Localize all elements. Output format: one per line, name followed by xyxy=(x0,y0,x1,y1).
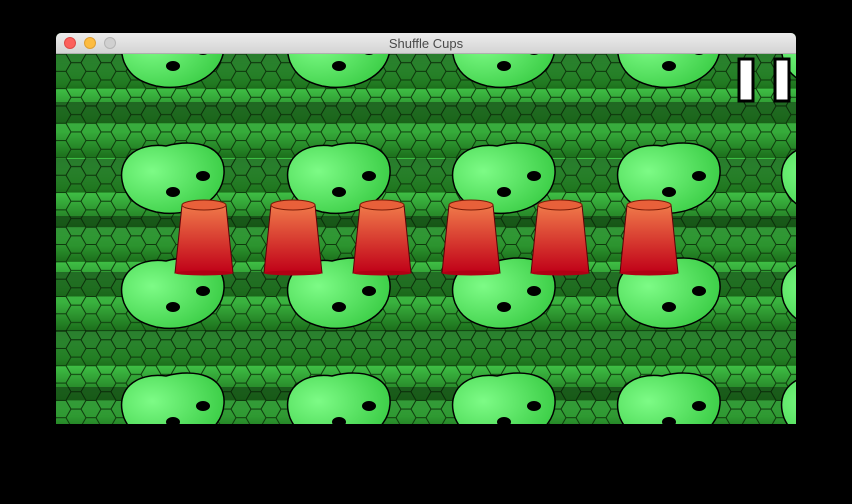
window-title: Shuffle Cups xyxy=(388,36,464,51)
cup-2[interactable] xyxy=(263,199,323,276)
cup-6[interactable] xyxy=(619,199,679,276)
app-window: Shuffle Cups xyxy=(56,33,796,424)
game-canvas[interactable] xyxy=(56,54,796,424)
cup-4[interactable] xyxy=(441,199,501,276)
cup-5[interactable] xyxy=(530,199,590,276)
creature-head xyxy=(451,372,556,424)
cup-3[interactable] xyxy=(352,199,412,276)
creature-head xyxy=(286,372,391,424)
cup-1[interactable] xyxy=(174,199,234,276)
game-area[interactable] xyxy=(56,54,796,424)
title-bar: Shuffle Cups xyxy=(56,33,796,54)
creature-head xyxy=(120,372,225,424)
creature-head xyxy=(616,372,721,424)
